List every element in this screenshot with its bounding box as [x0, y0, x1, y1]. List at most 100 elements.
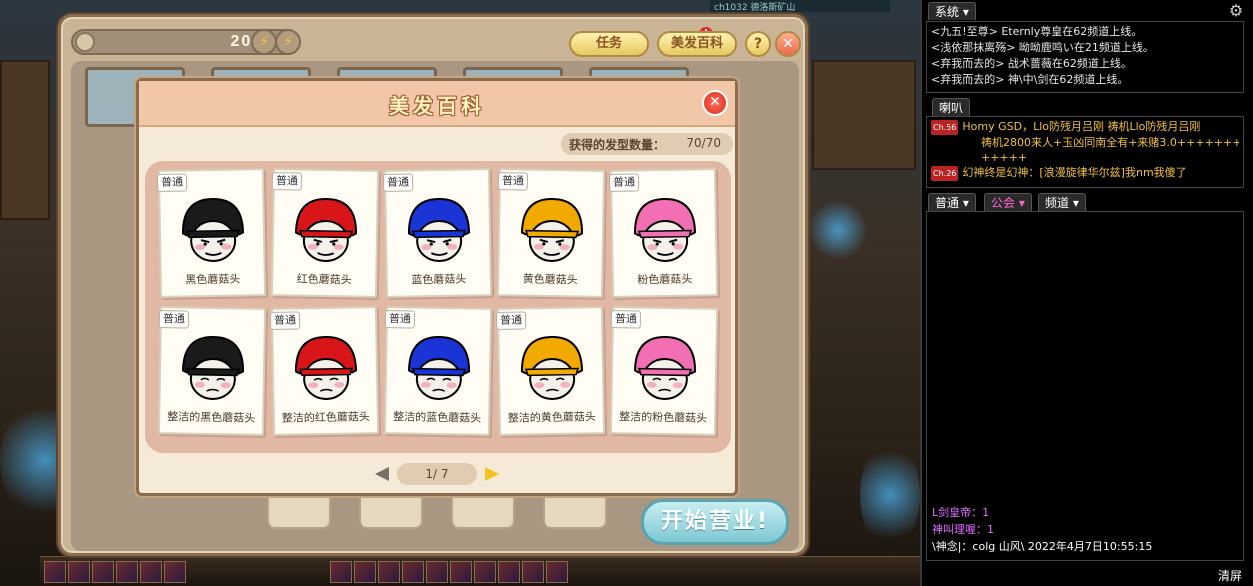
dialog-close-button[interactable]: ✕: [702, 90, 728, 116]
mushroom-hair-face-icon: [181, 336, 244, 401]
horn-message: Ch.56 Homy GSD，Llo防残月吕刚 祷机Llo防残月吕刚: [931, 119, 1239, 135]
hairstyle-name: 整洁的红色蘑菇头: [281, 410, 370, 425]
system-message: <弃我而去的> 神\中\剑在62频道上线。: [931, 73, 1129, 86]
help-button[interactable]: ?: [745, 31, 771, 57]
mushroom-hair-face-icon: [634, 197, 697, 262]
tab-guild[interactable]: 公会 ▾: [984, 193, 1032, 211]
horn-message: Ch.26 幻神终是幻神：[浪漫旋律华尔兹]我nm我傻了: [931, 165, 1239, 181]
prev-page-arrow-icon[interactable]: [375, 467, 389, 481]
skill-slot[interactable]: [164, 561, 186, 583]
hairstyle-name: 红色蘑菇头: [296, 272, 352, 287]
hair-encyclopedia-dialog: 美发百科 ✕ 获得的发型数量： 70/70 普通 黑色蘑菇头 普通 红色蘑菇头 普通 蓝色…: [136, 78, 738, 496]
hairstyle-name: 整洁的黄色蘑菇头: [507, 410, 596, 425]
horn-message-text: 幻神终是幻神：[浪漫旋律华尔兹]我nm我傻了: [962, 166, 1187, 179]
skill-slot[interactable]: [474, 561, 496, 583]
tab-channel[interactable]: 频道 ▾: [1038, 193, 1086, 211]
mushroom-hair-face-icon: [408, 197, 471, 262]
rarity-tag: 普通: [158, 310, 190, 329]
start-business-button[interactable]: 开始营业!: [641, 499, 789, 545]
horn-message-text: 祷机2800来人+玉凶同南全有+来赌3.0+++++++++: [981, 136, 1239, 149]
skill-slot[interactable]: [402, 561, 424, 583]
tab-horn[interactable]: 喇叭: [932, 98, 971, 116]
skill-bar: [40, 556, 920, 586]
horn-message: +++++: [931, 150, 1239, 165]
mushroom-hair-face-icon: [407, 336, 470, 401]
next-page-arrow-icon[interactable]: [485, 467, 499, 481]
rarity-tag: 普通: [495, 311, 527, 330]
shop-close-button[interactable]: ✕: [775, 31, 801, 57]
hairstyle-name: 黑色蘑菇头: [185, 272, 241, 287]
game-screen: ch1032 德洛斯矿山 20030 ⚡ ⚡ 任务 ! 美发百科 ?: [0, 0, 1253, 586]
hairstyle-card[interactable]: 普通整洁的黑色蘑菇头: [157, 306, 267, 436]
skill-slot[interactable]: [498, 561, 520, 583]
clear-chat-button[interactable]: 清屏: [1218, 567, 1242, 584]
task-button[interactable]: 任务: [569, 31, 649, 57]
system-message: <九五!至尊> Eternly尊皇在62频道上线。: [931, 25, 1143, 38]
chat-message: \神念|：colg 山风\ 2022年4月7日10:55:15: [932, 540, 1153, 553]
channel-badge: Ch.26: [931, 166, 959, 181]
count-value: 70/70: [686, 136, 721, 150]
tab-normal[interactable]: 普通 ▾: [928, 193, 976, 211]
hairstyle-card[interactable]: 普通 红色蘑菇头: [270, 168, 380, 298]
lightning-icon[interactable]: ⚡: [251, 29, 277, 55]
hairstyle-card[interactable]: 普通黑色蘑菇头: [156, 168, 267, 298]
skill-slot[interactable]: [378, 561, 400, 583]
channel-indicator: ch1032 德洛斯矿山: [710, 0, 890, 12]
hairstyle-card[interactable]: 普通 黄色蘑菇头: [496, 168, 606, 298]
skill-slot[interactable]: [116, 561, 138, 583]
hairstyle-card[interactable]: 普通蓝色蘑菇头: [382, 168, 493, 298]
tab-system[interactable]: 系统 ▾: [928, 2, 976, 20]
chat-message: L剑皇帝：1: [932, 506, 990, 519]
hairstyle-card[interactable]: 普通 整洁的粉色蘑菇头: [609, 306, 719, 436]
skill-slot[interactable]: [68, 561, 90, 583]
mushroom-hair-face-icon: [633, 336, 696, 401]
hairstyle-name: 整洁的蓝色蘑菇头: [393, 410, 482, 425]
skill-slot[interactable]: [546, 561, 568, 583]
horn-message-text: Homy GSD，Llo防残月吕刚 祷机Llo防残月吕刚: [962, 120, 1201, 133]
blue-portal-right: [860, 440, 920, 550]
skill-slot[interactable]: [522, 561, 544, 583]
lightning-icon[interactable]: ⚡: [275, 29, 301, 55]
bookshelf: [0, 60, 50, 220]
tab-horn-label: 喇叭: [939, 101, 964, 115]
rarity-tag: 普通: [382, 173, 414, 192]
skill-slot[interactable]: [44, 561, 66, 583]
mushroom-hair-face-icon: [521, 335, 584, 400]
skill-slot[interactable]: [140, 561, 162, 583]
mushroom-hair-face-icon: [182, 197, 245, 262]
tab-normal-label: 普通: [935, 196, 960, 210]
rarity-tag: 普通: [156, 173, 188, 192]
dialog-header: 美发百科 ✕: [139, 81, 735, 127]
tab-channel-label: 频道: [1045, 196, 1070, 210]
encyclopedia-button[interactable]: 美发百科: [657, 31, 737, 57]
coin-icon: [75, 32, 95, 52]
hairstyle-card[interactable]: 普通整洁的黄色蘑菇头: [495, 306, 606, 436]
hairstyle-card[interactable]: 普通整洁的蓝色蘑菇头: [383, 306, 493, 436]
page-indicator: 1/ 7: [397, 463, 477, 485]
rarity-tag: 普通: [384, 310, 416, 329]
channel-badge: Ch.56: [931, 120, 959, 135]
hairstyle-card[interactable]: 普通整洁的红色蘑菇头: [269, 306, 380, 436]
hairstyle-card[interactable]: 普通 粉色蘑菇头: [608, 168, 719, 298]
system-messages: <九五!至尊> Eternly尊皇在62频道上线。 <浅依那抹离殇> 呦呦鹿鸣い…: [926, 21, 1244, 93]
skill-slot[interactable]: [426, 561, 448, 583]
hairstyle-count: 获得的发型数量： 70/70: [561, 133, 733, 155]
mushroom-hair-face-icon: [294, 198, 357, 263]
rarity-tag: 普通: [269, 311, 301, 330]
skill-slot[interactable]: [92, 561, 114, 583]
skill-slot[interactable]: [450, 561, 472, 583]
horn-message-text: +++++: [981, 151, 1028, 164]
mushroom-hair-face-icon: [295, 335, 358, 400]
hairstyle-name: 整洁的黑色蘑菇头: [167, 410, 256, 425]
skill-slot[interactable]: [330, 561, 352, 583]
rarity-tag: 普通: [608, 173, 640, 192]
pagination: 1/ 7: [375, 461, 505, 487]
hairstyle-name: 黄色蘑菇头: [522, 272, 578, 287]
skill-slot[interactable]: [354, 561, 376, 583]
blue-glow: [808, 200, 868, 260]
horn-messages: Ch.56 Homy GSD，Llo防残月吕刚 祷机Llo防残月吕刚 祷机2800…: [926, 116, 1244, 188]
building-sign: [812, 60, 916, 170]
hairstyle-name: 蓝色蘑菇头: [411, 272, 467, 287]
gear-icon[interactable]: ⚙: [1227, 2, 1245, 20]
tab-guild-label: 公会: [991, 196, 1016, 210]
